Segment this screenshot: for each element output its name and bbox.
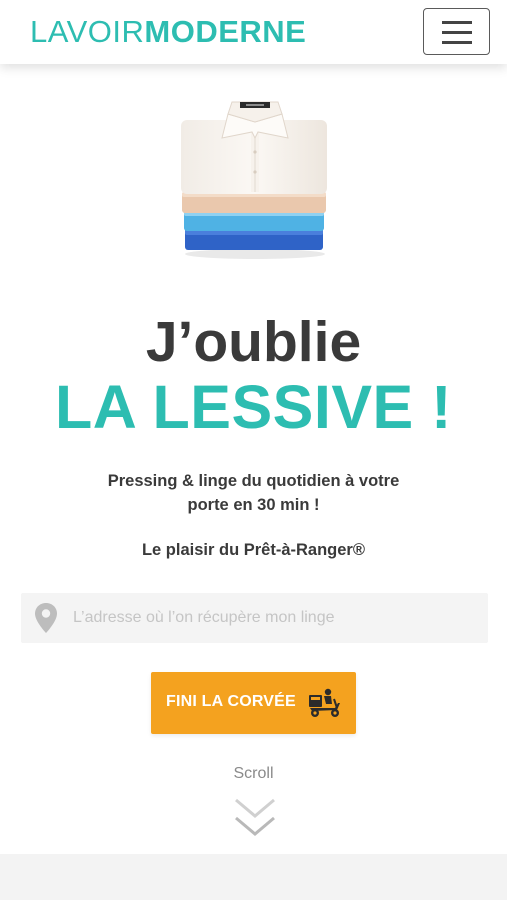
hamburger-menu-icon [442,21,472,24]
scroll-label[interactable]: Scroll [0,765,507,783]
address-input[interactable] [73,593,478,643]
page: LAVOIRMODERNE J’oublie LA LESSIVE ! Pres… [0,0,507,900]
next-section-band [0,854,507,900]
hero-title-line2: LA LESSIVE ! [55,373,452,441]
logo-bold-part: MODERNE [144,14,307,49]
logo-light-part: LAVOIR [30,14,145,49]
hero-title-line1: J’oublie [145,310,362,374]
folded-shirts-image [181,101,327,259]
cta-label: FINI LA CORVÉE [166,693,296,710]
site-header: LAVOIRMODERNE [0,0,507,64]
hero-tagline: Le plaisir du Prêt-à-Ranger® [141,541,366,559]
hamburger-menu-icon [442,41,472,44]
address-field[interactable] [21,593,488,643]
delivery-scooter-icon [309,688,340,717]
menu-button[interactable] [423,8,490,55]
brand-logo[interactable]: LAVOIRMODERNE [30,14,306,50]
location-pin-icon [35,603,57,633]
hero-subtitle: Pressing & linge du quotidien à votre po… [107,472,400,514]
hamburger-menu-icon [442,31,472,34]
fini-la-corvee-button[interactable]: FINI LA CORVÉE [151,672,356,734]
double-chevron-down-icon[interactable] [233,796,277,840]
